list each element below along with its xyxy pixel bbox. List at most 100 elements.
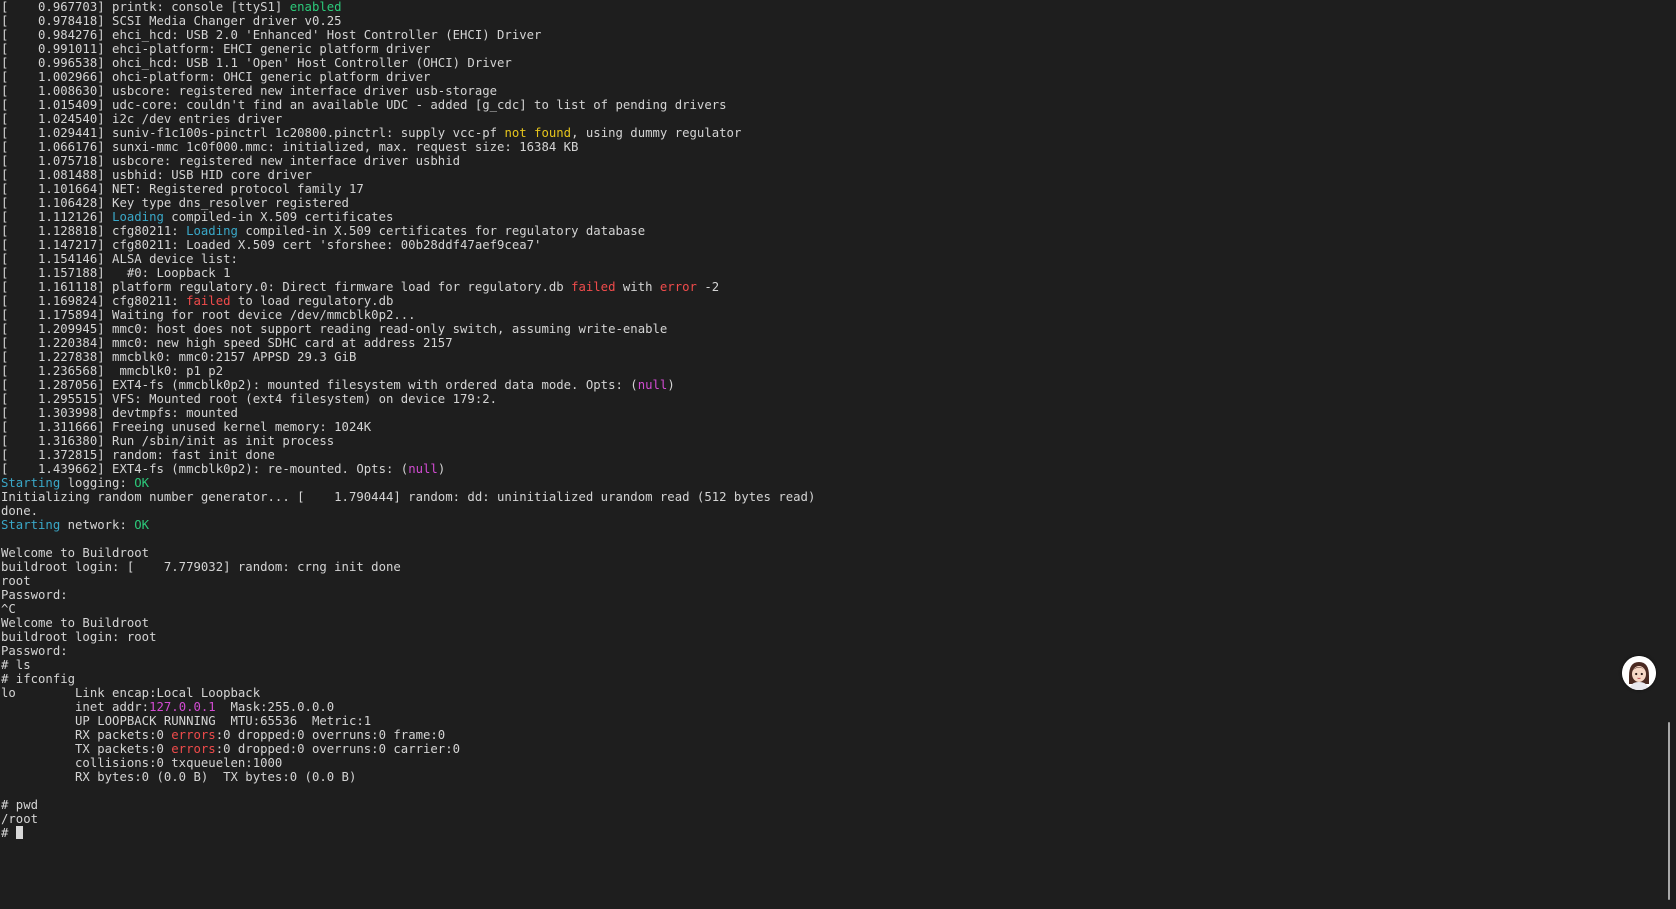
highlighted-text: errors [171, 728, 216, 742]
terminal-text: [ 1.372815] random: fast init done [1, 448, 275, 462]
terminal-text: [ 1.147217] cfg80211: Loaded X.509 cert … [1, 238, 542, 252]
terminal-text: [ 1.024540] i2c /dev entries driver [1, 112, 283, 126]
terminal-text: [ 1.015409] udc-core: couldn't find an a… [1, 98, 727, 112]
terminal-text: Mask:255.0.0.0 [215, 700, 335, 714]
terminal-text: [ 1.066176] sunxi-mmc 1c0f000.mmc: initi… [1, 140, 579, 154]
terminal-text: :0 dropped:0 overruns:0 carrier:0 [215, 742, 461, 756]
terminal-line: lo Link encap:Local Loopback [1, 686, 815, 700]
terminal-line: Password: [1, 644, 815, 658]
terminal-line: [ 1.029441] suniv-f1c100s-pinctrl 1c2080… [1, 126, 815, 140]
terminal-line: [ 1.112126] Loading compiled-in X.509 ce… [1, 210, 815, 224]
terminal-line: [ 1.372815] random: fast init done [1, 448, 815, 462]
text-cursor [15, 826, 23, 839]
terminal-line: [ 1.209945] mmc0: host does not support … [1, 322, 815, 336]
terminal-text: [ 1.002966] ohci-platform: OHCI generic … [1, 70, 431, 84]
terminal-line: RX packets:0 errors:0 dropped:0 overruns… [1, 728, 815, 742]
terminal-line: [ 1.002966] ohci-platform: OHCI generic … [1, 70, 815, 84]
highlighted-text: Starting [1, 476, 61, 490]
terminal-text: [ 0.984276] ehci_hcd: USB 2.0 'Enhanced'… [1, 28, 542, 42]
terminal-line: Starting logging: OK [1, 476, 815, 490]
terminal-text: [ 1.161118] platform regulatory.0: Direc… [1, 280, 572, 294]
assistant-avatar-button[interactable] [1622, 656, 1656, 690]
highlighted-text: Loading [186, 224, 238, 238]
terminal-line: [ 0.996538] ohci_hcd: USB 1.1 'Open' Hos… [1, 56, 815, 70]
terminal-text: Password: [1, 588, 68, 602]
highlighted-text: Loading [112, 210, 164, 224]
terminal-line: [ 1.081488] usbhid: USB HID core driver [1, 168, 815, 182]
terminal-line: /root [1, 812, 815, 826]
terminal-line: [ 0.978418] SCSI Media Changer driver v0… [1, 14, 815, 28]
terminal-text: ) [667, 378, 675, 392]
terminal-text: Initializing random number generator... … [1, 490, 816, 504]
terminal-output[interactable]: [ 0.967703] printk: console [ttyS1] enab… [1, 0, 815, 840]
terminal-text: lo Link encap:Local Loopback [1, 686, 261, 700]
terminal-text: network: [60, 518, 135, 532]
terminal-text: [ 1.128818] cfg80211: [1, 224, 187, 238]
terminal-text: [ 1.081488] usbhid: USB HID core driver [1, 168, 312, 182]
terminal-line: [ 1.227838] mmcblk0: mmc0:2157 APPSD 29.… [1, 350, 815, 364]
terminal-text: :0 dropped:0 overruns:0 frame:0 [215, 728, 446, 742]
terminal-text: inet addr: [1, 700, 150, 714]
terminal-text: buildroot login: [ 7.779032] random: crn… [1, 560, 401, 574]
highlighted-text: error [659, 280, 697, 294]
terminal-line: [ 0.984276] ehci_hcd: USB 2.0 'Enhanced'… [1, 28, 815, 42]
terminal-text: RX bytes:0 (0.0 B) TX bytes:0 (0.0 B) [1, 770, 357, 784]
terminal-line: Welcome to Buildroot [1, 546, 815, 560]
terminal-text: [ 0.996538] ohci_hcd: USB 1.1 'Open' Hos… [1, 56, 512, 70]
terminal-text: [ 1.311666] Freeing unused kernel memory… [1, 420, 372, 434]
highlighted-text: errors [171, 742, 216, 756]
terminal-text: compiled-in X.509 certificates for regul… [237, 224, 646, 238]
terminal-line: [ 1.157188] #0: Loopback 1 [1, 266, 815, 280]
terminal-line: Initializing random number generator... … [1, 490, 815, 504]
terminal-text: [ 0.967703] printk: console [ttyS1] [1, 0, 290, 14]
terminal-text: [ 1.106428] Key type dns_resolver regist… [1, 196, 349, 210]
vertical-scrollbar[interactable] [1658, 0, 1676, 909]
terminal-text: [ 1.169824] cfg80211: [1, 294, 187, 308]
terminal-text: # pwd [1, 798, 39, 812]
terminal-line: ^C [1, 602, 815, 616]
terminal-text: # ifconfig [1, 672, 76, 686]
highlighted-text: OK [134, 518, 150, 532]
terminal-line: [ 1.220384] mmc0: new high speed SDHC ca… [1, 336, 815, 350]
terminal-window[interactable]: [ 0.967703] printk: console [ttyS1] enab… [0, 0, 1658, 909]
terminal-line: [ 1.066176] sunxi-mmc 1c0f000.mmc: initi… [1, 140, 815, 154]
terminal-line: [ 1.439662] EXT4-fs (mmcblk0p2): re-moun… [1, 462, 815, 476]
terminal-text: [ 1.157188] #0: Loopback 1 [1, 266, 231, 280]
terminal-line: [ 1.147217] cfg80211: Loaded X.509 cert … [1, 238, 815, 252]
highlighted-text: null [637, 378, 668, 392]
terminal-line: [ 1.161118] platform regulatory.0: Direc… [1, 280, 815, 294]
terminal-line: [ 1.075718] usbcore: registered new inte… [1, 154, 815, 168]
terminal-line: # ifconfig [1, 672, 815, 686]
terminal-line: [ 1.015409] udc-core: couldn't find an a… [1, 98, 815, 112]
terminal-text: collisions:0 txqueuelen:1000 [1, 756, 283, 770]
terminal-line: inet addr:127.0.0.1 Mask:255.0.0.0 [1, 700, 815, 714]
terminal-line: [ 1.287056] EXT4-fs (mmcblk0p2): mounted… [1, 378, 815, 392]
terminal-text: buildroot login: root [1, 630, 157, 644]
highlighted-text: null [408, 462, 438, 476]
terminal-text: done. [1, 504, 39, 518]
terminal-text: [ 1.236568] mmcblk0: p1 p2 [1, 364, 224, 378]
terminal-text: -2 [696, 280, 720, 294]
terminal-line: [ 1.024540] i2c /dev entries driver [1, 112, 815, 126]
terminal-text: [ 1.303998] devtmpfs: mounted [1, 406, 238, 420]
terminal-line: UP LOOPBACK RUNNING MTU:65536 Metric:1 [1, 714, 815, 728]
terminal-line: [ 1.128818] cfg80211: Loading compiled-i… [1, 224, 815, 238]
terminal-text: [ 1.439662] EXT4-fs (mmcblk0p2): re-moun… [1, 462, 409, 476]
scrollbar-thumb[interactable] [1668, 722, 1670, 900]
terminal-text: # ls [1, 658, 31, 672]
terminal-text: compiled-in X.509 certificates [163, 210, 394, 224]
terminal-text: [ 1.101664] NET: Registered protocol fam… [1, 182, 364, 196]
terminal-text: [ 0.978418] SCSI Media Changer driver v0… [1, 14, 342, 28]
highlighted-text: enabled [289, 0, 342, 14]
terminal-line: root [1, 574, 815, 588]
terminal-line: [ 1.106428] Key type dns_resolver regist… [1, 196, 815, 210]
terminal-line: # [1, 826, 815, 840]
terminal-text: root [1, 574, 31, 588]
terminal-text: [ 1.175894] Waiting for root device /dev… [1, 308, 416, 322]
terminal-line: buildroot login: root [1, 630, 815, 644]
terminal-line: [ 1.154146] ALSA device list: [1, 252, 815, 266]
highlighted-text: OK [134, 476, 150, 490]
terminal-text: [ 1.220384] mmc0: new high speed SDHC ca… [1, 336, 453, 350]
terminal-text: RX packets:0 [1, 728, 172, 742]
